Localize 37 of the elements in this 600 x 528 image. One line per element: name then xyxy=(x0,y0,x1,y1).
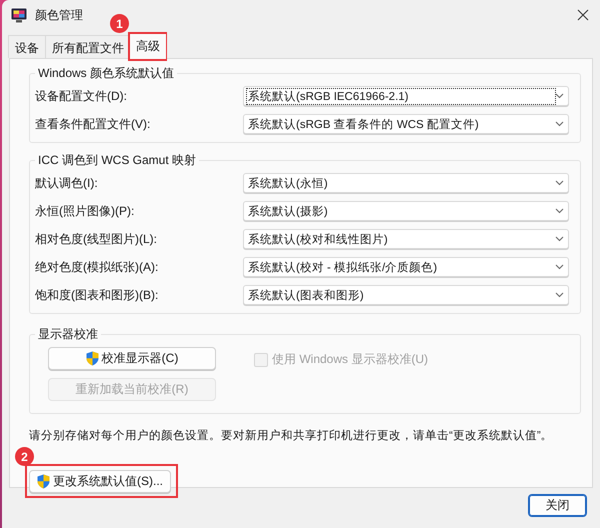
dropdown[interactable]: 系统默认(图表和图形) xyxy=(243,285,569,305)
dropdown[interactable]: 系统默认(sRGB 查看条件的 WCS 配置文件) xyxy=(243,114,569,134)
field-label: 绝对色度(模拟纸张)(A): xyxy=(35,258,160,276)
group-title: ICC 调色到 WCS Gamut 映射 xyxy=(37,152,198,169)
field-label: 永恒(照片图像)(P): xyxy=(35,202,136,220)
group-title: Windows 颜色系统默认值 xyxy=(37,65,176,82)
group-title: 显示器校准 xyxy=(37,326,99,343)
chevron-down-icon xyxy=(555,180,564,186)
chevron-down-icon xyxy=(555,264,564,270)
tab[interactable]: 设备 xyxy=(8,35,46,58)
chevron-down-icon xyxy=(555,208,564,214)
window-title: 颜色管理 xyxy=(35,6,84,24)
tab[interactable]: 高级 xyxy=(130,34,166,59)
field-label: 默认调色(I): xyxy=(35,174,99,192)
step-badge: 2 xyxy=(15,447,34,466)
change-defaults-button[interactable]: 更改系统默认值(S)... xyxy=(29,470,171,493)
shield-icon xyxy=(86,351,99,366)
checkbox-label: 使用 Windows 显示器校准(U) xyxy=(272,351,428,368)
field-label: 设备配置文件(D): xyxy=(35,88,128,104)
calibrate-button[interactable]: 校准显示器(C) xyxy=(48,347,216,370)
shield-icon xyxy=(37,474,50,489)
info-text: 请分别存储对每个用户的颜色设置。要对新用户和共享打印机进行更改，请单击“更改系统默认值”。 xyxy=(29,428,554,443)
field-label: 相对色度(线型图片)(L): xyxy=(35,230,158,248)
chevron-down-icon xyxy=(555,236,564,242)
field-label: 饱和度(图表和图形)(B): xyxy=(35,286,160,304)
close-button[interactable]: 关闭 xyxy=(528,494,587,517)
step-badge: 1 xyxy=(110,14,129,33)
dropdown[interactable]: 系统默认(摄影) xyxy=(243,201,569,221)
monitor-icon xyxy=(11,8,27,22)
dropdown[interactable]: 系统默认(sRGB IEC61966-2.1) xyxy=(243,86,569,106)
dropdown[interactable]: 系统默认(校对 - 模拟纸张/介质颜色) xyxy=(243,257,569,277)
field-label: 查看条件配置文件(V): xyxy=(35,116,152,132)
chevron-down-icon xyxy=(555,93,564,99)
chevron-down-icon xyxy=(555,121,564,127)
dropdown[interactable]: 系统默认(校对和线性图片) xyxy=(243,229,569,249)
chevron-down-icon xyxy=(555,292,564,298)
dropdown[interactable]: 系统默认(永恒) xyxy=(243,173,569,193)
